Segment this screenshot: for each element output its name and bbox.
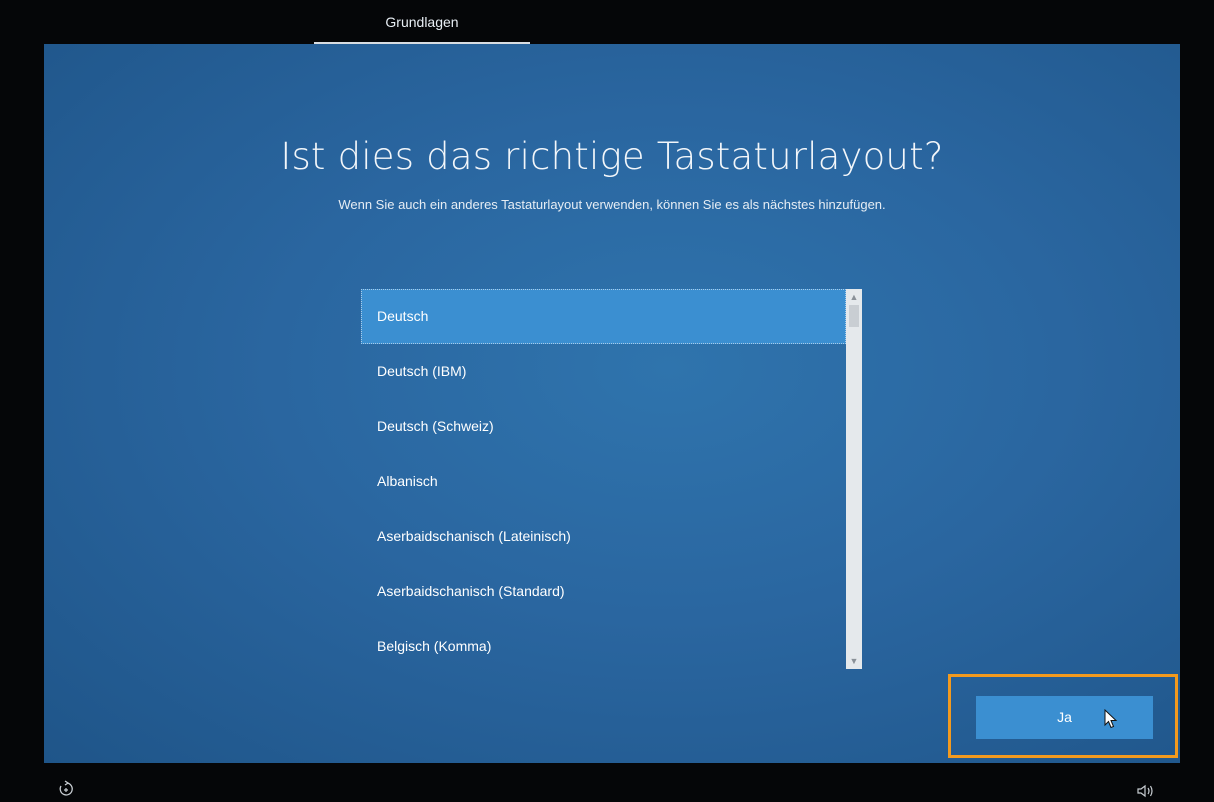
list-item[interactable]: Aserbaidschanisch (Lateinisch)	[361, 509, 846, 564]
list-scrollbar[interactable]: ▲ ▼	[846, 289, 862, 669]
mouse-pointer-icon	[1104, 709, 1118, 729]
list-item[interactable]: Deutsch (Schweiz)	[361, 399, 846, 454]
chevron-up-icon[interactable]: ▲	[846, 289, 862, 305]
list-item[interactable]: Deutsch (IBM)	[361, 344, 846, 399]
scrollbar-thumb[interactable]	[849, 305, 859, 327]
volume-icon[interactable]	[1137, 784, 1155, 798]
tab-grundlagen[interactable]: Grundlagen	[314, 0, 530, 44]
list-item[interactable]: Aserbaidschanisch (Standard)	[361, 564, 846, 619]
top-bar: Grundlagen	[0, 0, 1214, 44]
chevron-down-icon[interactable]: ▼	[846, 653, 862, 669]
page-subtitle: Wenn Sie auch ein anderes Tastaturlayout…	[338, 197, 886, 212]
page-title: Ist dies das richtige Tastaturlayout?	[280, 135, 944, 178]
list-item[interactable]: Albanisch	[361, 454, 846, 509]
ja-button[interactable]: Ja	[976, 696, 1153, 739]
setup-screen: Ist dies das richtige Tastaturlayout? We…	[44, 44, 1180, 763]
list-item-selected[interactable]: Deutsch	[361, 289, 846, 344]
list-item[interactable]: Belgisch (Komma)	[361, 619, 846, 669]
tab-label: Grundlagen	[385, 14, 459, 30]
keyboard-layout-list[interactable]: Deutsch Deutsch (IBM) Deutsch (Schweiz) …	[361, 289, 862, 669]
accessibility-icon[interactable]	[57, 780, 75, 798]
